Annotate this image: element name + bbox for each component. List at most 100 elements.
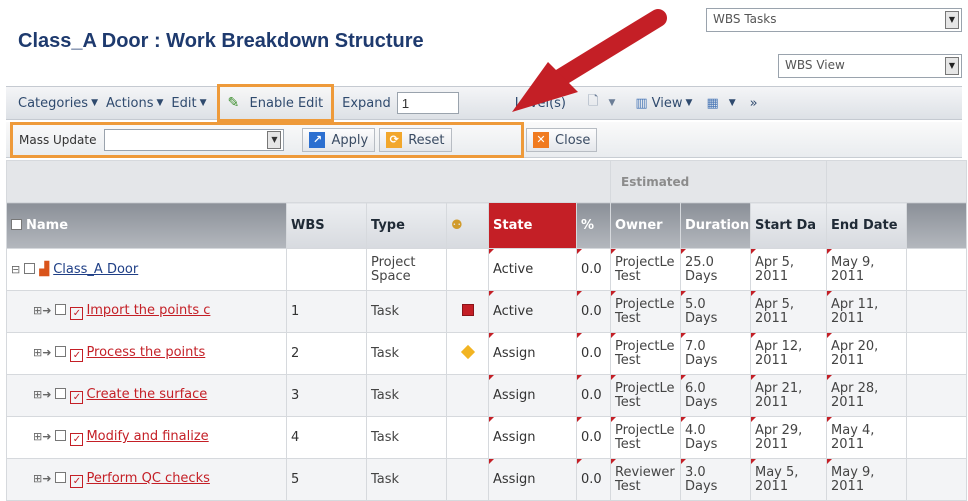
percent-cell[interactable]: 0.0 [576,248,611,291]
reset-button[interactable]: ⟳ Reset [379,128,452,152]
percent-cell[interactable]: 0.0 [576,416,611,459]
column-header-type[interactable]: Type [366,202,447,249]
row-checkbox[interactable] [55,472,67,483]
column-header-state[interactable]: State [488,202,577,249]
row-checkbox[interactable] [55,346,67,357]
row-name-link[interactable]: Perform QC checks [86,471,209,486]
column-header-percent[interactable]: % [576,202,611,249]
duration-cell[interactable]: 7.0 Days [680,332,751,375]
column-header-wbs[interactable]: WBS [286,202,367,249]
edit-label: Edit [171,95,197,111]
name-cell[interactable]: ⊟ ▟ Class_A Door [6,248,287,291]
wbs-cell: 2 [286,332,367,375]
state-cell[interactable]: Active [488,248,577,291]
duration-cell[interactable]: 6.0 Days [680,374,751,417]
column-header-duration[interactable]: Duration [680,202,751,249]
mass-update-select[interactable]: ▼ [104,129,285,151]
chevron-down-icon[interactable]: ▼ [945,57,959,75]
expand-arrow-icon[interactable]: ⊞➜ [33,472,51,485]
state-cell[interactable]: Active [488,290,577,333]
owner-cell[interactable]: ProjectLe Test [610,290,681,333]
row-checkbox[interactable] [55,304,67,315]
task-icon: ✓ [70,433,84,446]
row-checkbox[interactable] [55,430,67,441]
name-cell[interactable]: ⊞➜ ✓ Create the surface [6,374,287,417]
end-date-cell[interactable]: May 4, 2011 [826,416,908,459]
end-date-cell[interactable]: Apr 20, 2011 [826,332,908,375]
close-button[interactable]: ✕ Close [526,128,598,152]
start-date-cell[interactable]: Apr 12, 2011 [749,332,828,375]
state-cell[interactable]: Assign [488,374,577,417]
row-checkbox[interactable] [24,263,36,274]
expand-arrow-icon[interactable]: ⊞➜ [33,388,51,401]
column-header-name[interactable]: Name [6,202,287,249]
owner-cell[interactable]: ProjectLe Test [610,248,681,291]
chevron-down-icon[interactable]: ▼ [945,11,959,29]
owner-cell[interactable]: ProjectLe Test [610,332,681,375]
name-cell[interactable]: ⊞➜ ✓ Modify and finalize [6,416,287,459]
table-row[interactable]: ⊞➜ ✓ Create the surface 3 Task Assign 0.0 Proje… [6,374,968,417]
row-name-link[interactable]: Class_A Door [53,262,138,277]
name-cell[interactable]: ⊞➜ ✓ Process the points [6,332,287,375]
duration-cell[interactable]: 25.0 Days [680,248,751,291]
chevron-down-icon[interactable]: ▼ [267,131,282,149]
expand-arrow-icon[interactable]: ⊞➜ [33,304,51,317]
table-row[interactable]: ⊞➜ ✓ Process the points 2 Task Assign 0.0 Proje… [6,332,968,375]
table-row[interactable]: ⊟ ▟ Class_A Door Project Space Active 0.0 Proje… [6,248,968,291]
owner-cell[interactable]: ProjectLe Test [610,416,681,459]
select-all-checkbox[interactable] [11,219,22,230]
row-name-link[interactable]: Import the points c [86,303,210,318]
row-name-link[interactable]: Process the points [86,345,205,360]
name-cell[interactable]: ⊞➜ ✓ Perform QC checks [6,458,287,501]
start-date-cell[interactable]: Apr 5, 2011 [749,248,828,291]
view-menu[interactable]: ▥ View ▼ [635,96,692,111]
table-row[interactable]: ⊞➜ ✓ Modify and finalize 4 Task Assign 0.0 Proj… [6,416,968,459]
column-header-status-icon[interactable]: ⚉ [446,202,489,249]
state-cell[interactable]: Assign [488,416,577,459]
more-button[interactable]: » [750,96,758,111]
column-header-extra [906,202,968,249]
end-date-cell[interactable]: Apr 28, 2011 [826,374,908,417]
wbs-tasks-select[interactable]: WBS Tasks ▼ [706,8,962,32]
column-header-start-date[interactable]: Start Da [749,202,828,249]
expand-arrow-icon[interactable]: ⊞➜ [33,430,51,443]
start-date-cell[interactable]: Apr 29, 2011 [749,416,828,459]
duration-cell[interactable]: 5.0 Days [680,290,751,333]
actions-menu[interactable]: Actions ▼ [106,96,163,111]
enable-edit-button[interactable]: ✎ Enable Edit [216,84,335,122]
row-checkbox[interactable] [55,388,67,399]
wbs-cell: 1 [286,290,367,333]
row-name-link[interactable]: Modify and finalize [86,429,208,444]
edit-menu[interactable]: Edit ▼ [171,96,206,111]
end-date-cell[interactable]: May 9, 2011 [826,458,908,501]
categories-menu[interactable]: Categories ▼ [18,96,98,111]
expand-arrow-icon[interactable]: ⊞➜ [33,346,51,359]
name-cell[interactable]: ⊞➜ ✓ Import the points c [6,290,287,333]
start-date-cell[interactable]: Apr 5, 2011 [749,290,828,333]
owner-cell[interactable]: ProjectLe Test [610,374,681,417]
owner-cell[interactable]: Reviewer Test [610,458,681,501]
wbs-view-select[interactable]: WBS View ▼ [778,54,962,78]
duration-cell[interactable]: 3.0 Days [680,458,751,501]
page-icon[interactable]: 🗋 ▼ [588,92,615,114]
end-date-cell[interactable]: May 9, 2011 [826,248,908,291]
table-row[interactable]: ⊞➜ ✓ Perform QC checks 5 Task Assign 0.0 Review… [6,458,968,501]
end-date-cell[interactable]: Apr 11, 2011 [826,290,908,333]
state-cell[interactable]: Assign [488,458,577,501]
state-cell[interactable]: Assign [488,332,577,375]
percent-cell[interactable]: 0.0 [576,290,611,333]
row-name-link[interactable]: Create the surface [86,387,207,402]
column-header-end-date[interactable]: End Date [826,202,908,249]
start-date-cell[interactable]: May 5, 2011 [749,458,828,501]
expand-level-input[interactable] [396,92,459,114]
column-header-owner[interactable]: Owner [610,202,681,249]
table-row[interactable]: ⊞➜ ✓ Import the points c 1 Task Active 0.0 Proj… [6,290,968,333]
calendar-icon[interactable]: ▦ ▼ [706,96,735,111]
start-date-cell[interactable]: Apr 21, 2011 [749,374,828,417]
percent-cell[interactable]: 0.0 [576,332,611,375]
percent-cell[interactable]: 0.0 [576,374,611,417]
collapse-icon[interactable]: ⊟ [11,263,20,276]
percent-cell[interactable]: 0.0 [576,458,611,501]
duration-cell[interactable]: 4.0 Days [680,416,751,459]
apply-button[interactable]: ↗ Apply [302,128,376,152]
